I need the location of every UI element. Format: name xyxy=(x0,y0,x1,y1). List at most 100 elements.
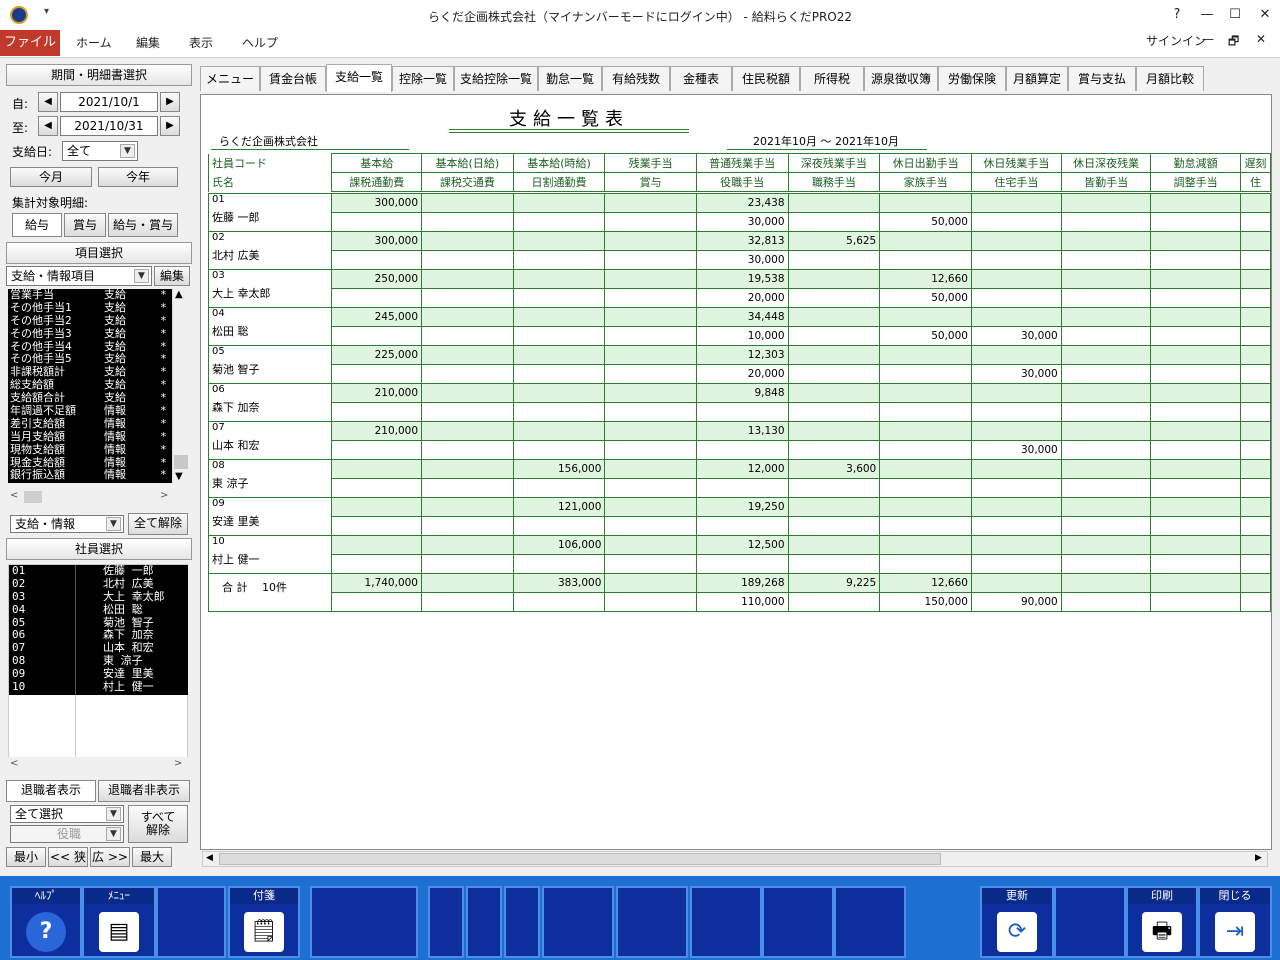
employee-list-row[interactable]: 07 山本 和宏 xyxy=(9,641,188,655)
employee-list-row[interactable]: 06 森下 加奈 xyxy=(9,629,188,642)
item-list-row[interactable]: 銀行振込額 情報 * xyxy=(8,469,172,482)
target-salary-button[interactable]: 給与 xyxy=(12,213,62,237)
employee-list[interactable]: 01 佐藤 一郎 02 北村 広美 03 大上 幸太郎 04 松田 聡 05 菊池 智子 06 森下 … xyxy=(9,564,188,695)
employee-list-row[interactable]: 01 佐藤 一郎 xyxy=(9,564,188,578)
from-next-button[interactable]: ▶ xyxy=(160,92,180,112)
ribbon-tab-home[interactable]: ホーム xyxy=(76,34,112,51)
item-list-row[interactable]: その他手当2 支給 * xyxy=(8,314,172,328)
function-key-4[interactable]: 付箋 🗒 xyxy=(228,886,300,958)
this-year-button[interactable]: 今年 xyxy=(98,167,178,187)
tab-13[interactable]: 賞与支払 xyxy=(1068,66,1136,91)
tab-10[interactable]: 源泉徴収簿 xyxy=(864,66,938,91)
zoom-min-button[interactable]: 最小 xyxy=(6,847,46,867)
employee-list-box[interactable]: 01 佐藤 一郎 02 北村 広美 03 大上 幸太郎 04 松田 聡 05 菊池 智子 06 森下 … xyxy=(8,564,188,764)
employee-list-row[interactable]: 03 大上 幸太郎 xyxy=(9,590,188,604)
ribbon-restore-button[interactable]: 🗗 xyxy=(1228,32,1239,53)
filter-dropdown[interactable]: 支給・情報 ▼ xyxy=(10,515,124,533)
zoom-narrow-button[interactable]: << 狭 xyxy=(48,847,88,867)
scroll-thumb[interactable] xyxy=(174,455,188,469)
function-key-11[interactable] xyxy=(690,886,762,958)
minimize-button[interactable]: — xyxy=(1192,4,1222,26)
tab-6[interactable]: 有給残数 xyxy=(602,66,670,91)
zoom-max-button[interactable]: 最大 xyxy=(132,847,172,867)
employee-list-row[interactable]: 05 菊池 智子 xyxy=(9,616,188,630)
to-next-button[interactable]: ▶ xyxy=(160,116,180,136)
tab-4[interactable]: 支給控除一覧 xyxy=(454,66,538,91)
scroll-up-icon[interactable]: ▲ xyxy=(175,289,183,300)
tab-2[interactable]: 支給一覧 xyxy=(326,64,392,92)
function-key-9[interactable] xyxy=(542,886,614,958)
ribbon-tab-help[interactable]: ヘルプ xyxy=(242,34,278,51)
payday-dropdown[interactable]: 全て ▼ xyxy=(62,141,138,161)
hscroll-thumb[interactable] xyxy=(219,853,941,865)
edit-button[interactable]: 編集 xyxy=(154,266,190,286)
item-list-row[interactable]: その他手当3 支給 * xyxy=(8,327,172,341)
scroll-left-icon[interactable]: ◀ xyxy=(206,853,213,863)
tab-8[interactable]: 住民税額 xyxy=(732,66,800,91)
to-prev-button[interactable]: ◀ xyxy=(38,116,58,136)
item-list-row[interactable]: 現物支給額 情報 * xyxy=(8,443,172,457)
zoom-wide-button[interactable]: 広 >> xyxy=(90,847,130,867)
scroll-right-icon[interactable]: > xyxy=(160,490,168,501)
from-prev-button[interactable]: ◀ xyxy=(38,92,58,112)
file-menu[interactable]: ファイル xyxy=(0,30,60,56)
tab-11[interactable]: 労働保険 xyxy=(938,66,1006,91)
close-button[interactable]: ✕ xyxy=(1250,4,1280,26)
item-list-row[interactable]: 当月支給額 情報 * xyxy=(8,430,172,444)
select-all-dropdown[interactable]: 全て選択 ▼ xyxy=(10,805,124,823)
hscroll-thumb[interactable] xyxy=(24,491,42,503)
target-both-button[interactable]: 給与・賞与 xyxy=(108,213,178,237)
tab-1[interactable]: 賃金台帳 xyxy=(260,66,326,91)
scroll-right-icon[interactable]: ▶ xyxy=(1255,853,1262,863)
help-icon[interactable]: ? xyxy=(1162,4,1192,26)
show-retired-button[interactable]: 退職者表示 xyxy=(6,780,96,802)
function-key-12[interactable] xyxy=(762,886,834,958)
item-list-row[interactable]: その他手当1 支給 * xyxy=(8,301,172,315)
position-dropdown[interactable]: 役職 ▼ xyxy=(10,825,124,843)
employee-list-row[interactable]: 02 北村 広美 xyxy=(9,577,188,591)
employee-list-row[interactable]: 10 村上 健一 xyxy=(9,680,188,694)
item-list-scrollbar[interactable]: ▲ ▼ xyxy=(172,289,188,483)
ribbon-tab-view[interactable]: 表示 xyxy=(189,34,213,51)
function-key-14[interactable]: 更新 ⟳ xyxy=(980,886,1054,958)
item-list-row[interactable]: 差引支給額 情報 * xyxy=(8,417,172,431)
from-date-field[interactable]: 2021/10/1 xyxy=(60,92,158,112)
employee-list-row[interactable]: 09 安達 里美 xyxy=(9,667,188,681)
ribbon-tab-edit[interactable]: 編集 xyxy=(136,34,160,51)
function-key-10[interactable] xyxy=(616,886,688,958)
clear-all-button[interactable]: 全て解除 xyxy=(128,513,188,535)
item-list[interactable]: 営業手当 支給 * その他手当1 支給 * その他手当2 支給 * その他手当3 支給 * その他手当4… xyxy=(8,289,172,483)
employee-list-row[interactable]: 08 東 涼子 xyxy=(9,654,188,668)
scroll-down-icon[interactable]: ▼ xyxy=(175,471,183,482)
scroll-left-icon[interactable]: < xyxy=(10,490,18,501)
function-key-1[interactable]: ﾍﾙﾌﾟ? xyxy=(10,886,82,958)
item-list-row[interactable]: 年調過不足額 情報 * xyxy=(8,404,172,418)
function-key-2[interactable]: ﾒﾆｭｰ ▤ xyxy=(82,886,156,958)
item-list-hscrollbar[interactable]: < > xyxy=(8,489,188,505)
ribbon-minimize-button[interactable]: — xyxy=(1202,32,1214,46)
this-month-button[interactable]: 今月 xyxy=(10,167,92,187)
tab-5[interactable]: 勤怠一覧 xyxy=(538,66,602,91)
employee-list-row[interactable]: 04 松田 聡 xyxy=(9,603,188,617)
item-list-row[interactable]: 営業手当 支給 * xyxy=(8,289,172,302)
function-key-13[interactable] xyxy=(834,886,906,958)
function-key-7[interactable] xyxy=(466,886,502,958)
scroll-left-icon[interactable]: < xyxy=(10,758,18,769)
release-all-button[interactable]: すべて 解除 xyxy=(128,805,188,843)
to-date-field[interactable]: 2021/10/31 xyxy=(60,116,158,136)
report-hscrollbar[interactable]: ◀ ▶ xyxy=(202,851,1268,867)
ribbon-close-button[interactable]: ✕ xyxy=(1256,32,1266,46)
function-key-8[interactable] xyxy=(504,886,540,958)
function-key-6[interactable] xyxy=(428,886,464,958)
hide-retired-button[interactable]: 退職者非表示 xyxy=(98,780,190,802)
maximize-button[interactable]: ☐ xyxy=(1220,4,1250,26)
function-key-15[interactable] xyxy=(1054,886,1126,958)
function-key-17[interactable]: 閉じる ⇥ xyxy=(1198,886,1272,958)
function-key-3[interactable] xyxy=(156,886,226,958)
employee-list-hscrollbar[interactable]: < > xyxy=(8,757,188,773)
tab-9[interactable]: 所得税 xyxy=(800,66,864,91)
tab-0[interactable]: メニュー xyxy=(200,66,260,91)
tab-12[interactable]: 月額算定 xyxy=(1006,66,1068,91)
item-dropdown[interactable]: 支給・情報項目 ▼ xyxy=(6,266,152,286)
target-bonus-button[interactable]: 賞与 xyxy=(64,213,106,237)
